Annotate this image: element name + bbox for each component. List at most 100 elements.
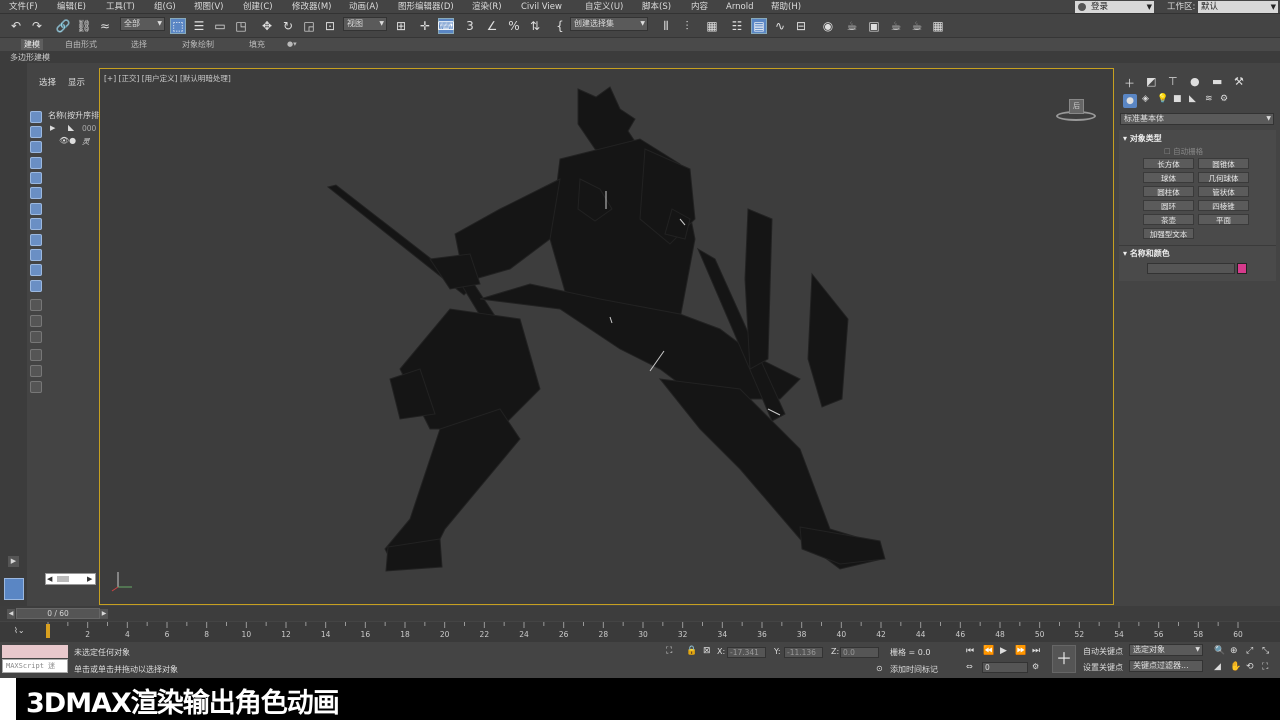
cone-button[interactable]: 圆锥体: [1198, 158, 1249, 169]
object-name-field[interactable]: [1147, 263, 1235, 274]
workspace-dropdown[interactable]: 默认 ▼: [1198, 1, 1278, 13]
track-bar[interactable]: ⌇⌄ 0246810121416182022242628303234363840…: [0, 622, 1280, 642]
scene-row-name[interactable]: 000: [82, 124, 96, 133]
render-setup-icon[interactable]: ☕: [844, 18, 860, 34]
key-filters-button[interactable]: 关键点过滤器...: [1129, 660, 1203, 672]
menu-graph-editors[interactable]: 图形编辑器(D): [398, 1, 454, 13]
align-icon[interactable]: ⫶: [679, 18, 695, 34]
key-selection-select[interactable]: 选定对象 ▼: [1129, 644, 1203, 656]
zoom-icon[interactable]: 🔍: [1214, 646, 1225, 656]
spacewarps-icon[interactable]: ≋: [1205, 94, 1213, 104]
orbit-icon[interactable]: ⟲: [1246, 662, 1254, 672]
helpers-icon[interactable]: ◣: [1189, 94, 1196, 104]
horizontal-scrollbar[interactable]: ◀ ▶: [45, 573, 96, 585]
ribbon-tab-freeform[interactable]: 自由形式: [62, 39, 100, 50]
move-icon[interactable]: ✥: [259, 18, 275, 34]
z-coord-field[interactable]: 0.0: [840, 647, 879, 658]
select-object-icon[interactable]: ⬚: [170, 18, 186, 34]
menu-arnold[interactable]: Arnold: [726, 1, 754, 13]
current-frame-marker[interactable]: [46, 624, 50, 638]
bind-space-warp-icon[interactable]: ≈: [97, 18, 113, 34]
menu-file[interactable]: 文件(F): [9, 1, 38, 13]
cylinder-button[interactable]: 圆柱体: [1143, 186, 1194, 197]
next-frame-icon[interactable]: ⏩: [1015, 646, 1026, 656]
scene-tab-display[interactable]: 显示: [68, 76, 85, 88]
menu-edit[interactable]: 编辑(E): [57, 1, 86, 13]
scene-tab-select[interactable]: 选择: [39, 76, 56, 88]
menu-animation[interactable]: 动画(A): [349, 1, 378, 13]
y-coord-field[interactable]: -11.136: [784, 647, 823, 658]
box-button[interactable]: 长方体: [1143, 158, 1194, 169]
menu-view[interactable]: 视图(V): [194, 1, 223, 13]
x-coord-field[interactable]: -17.341: [727, 647, 766, 658]
scroll-left-icon[interactable]: ◀: [47, 575, 52, 583]
sphere-button[interactable]: 球体: [1143, 172, 1194, 183]
systems-icon[interactable]: ⚙: [1220, 94, 1228, 104]
login-dropdown[interactable]: 登录 ▼: [1075, 1, 1154, 13]
edit-named-selection-icon[interactable]: {: [552, 18, 568, 34]
rect-selection-icon[interactable]: ▭: [212, 18, 228, 34]
utilities-tab-icon[interactable]: ⚒: [1234, 75, 1244, 88]
viewport-layout-icon[interactable]: [4, 578, 24, 600]
time-config-icon[interactable]: ⚙: [1032, 662, 1039, 671]
menu-civil-view[interactable]: Civil View: [521, 1, 562, 13]
viewcube-face[interactable]: 后: [1069, 99, 1084, 114]
isolate-selection-icon[interactable]: ⛶: [666, 646, 672, 656]
percent-snap-icon[interactable]: %: [506, 18, 522, 34]
menu-scripting[interactable]: 脚本(S): [642, 1, 671, 13]
curve-editor-icon[interactable]: ∿: [772, 18, 788, 34]
select-by-name-icon[interactable]: ☰: [191, 18, 207, 34]
geometry-type-select[interactable]: 标准基本体 ▼: [1120, 113, 1274, 125]
select-manipulate-icon[interactable]: ✛: [417, 18, 433, 34]
field-of-view-icon[interactable]: ◢: [1214, 662, 1221, 672]
ribbon-options-icon[interactable]: ●▾: [284, 39, 300, 50]
unlink-icon[interactable]: ⛓: [76, 18, 92, 34]
add-time-tag-button[interactable]: 添加时间标记: [890, 664, 938, 675]
spinner-snap-icon[interactable]: ⇅: [527, 18, 543, 34]
render-production-icon[interactable]: ☕: [888, 18, 904, 34]
zoom-all-icon[interactable]: ⊕: [1230, 646, 1238, 656]
plane-button[interactable]: 平面: [1198, 214, 1249, 225]
ribbon-toggle-icon[interactable]: ▤: [751, 18, 767, 34]
lights-icon[interactable]: 💡: [1157, 94, 1168, 104]
material-editor-icon[interactable]: ◉: [820, 18, 836, 34]
menu-content[interactable]: 内容: [691, 1, 708, 13]
menu-group[interactable]: 组(G): [154, 1, 176, 13]
place-icon[interactable]: ⊡: [322, 18, 338, 34]
zoom-extents-all-icon[interactable]: ⤡: [1262, 646, 1269, 656]
object-color-swatch[interactable]: [1237, 263, 1247, 274]
scroll-right-icon[interactable]: ▶: [87, 575, 92, 583]
visibility-eye-icon[interactable]: 👁●: [59, 136, 76, 145]
play-icon[interactable]: ▶: [1000, 646, 1007, 656]
menu-tools[interactable]: 工具(T): [106, 1, 135, 13]
snaps-toggle-icon[interactable]: 3: [462, 18, 478, 34]
render-iterative-icon[interactable]: ☕: [909, 18, 925, 34]
cameras-icon[interactable]: ■: [1173, 94, 1182, 104]
scene-row-name[interactable]: 灵: [82, 136, 90, 147]
maxscript-listener-input[interactable]: MAXScript 迷: [2, 659, 68, 673]
pyramid-button[interactable]: 四棱锥: [1198, 200, 1249, 211]
mirror-icon[interactable]: ⫴: [658, 18, 674, 34]
ribbon-tab-object-paint[interactable]: 对象绘制: [179, 39, 217, 50]
selection-lock-icon[interactable]: 🔒: [686, 646, 697, 656]
perspective-viewport[interactable]: [+] [正交] [用户定义] [默认明暗处理] 后: [99, 68, 1114, 605]
geosphere-button[interactable]: 几何球体: [1198, 172, 1249, 183]
tube-button[interactable]: 管状体: [1198, 186, 1249, 197]
set-key-big-icon[interactable]: ＋: [1052, 645, 1076, 673]
modify-tab-icon[interactable]: ◩: [1146, 75, 1156, 88]
autogrid-checkbox[interactable]: ☐ 自动栅格: [1164, 146, 1203, 157]
arnold-render-icon[interactable]: ▦: [930, 18, 946, 34]
named-selection-set-select[interactable]: 创建选择集 ▼: [570, 17, 648, 31]
teapot-button[interactable]: 茶壶: [1143, 214, 1194, 225]
goto-end-icon[interactable]: ⏭: [1032, 646, 1040, 656]
rollout-name-color-header[interactable]: ▾ 名称和颜色: [1123, 248, 1170, 259]
textplus-button[interactable]: 加强型文本: [1143, 228, 1194, 239]
reference-coord-select[interactable]: 视图 ▼: [343, 17, 387, 31]
ribbon-tab-selection[interactable]: 选择: [128, 39, 150, 50]
viewcube[interactable]: 后: [1056, 99, 1096, 121]
hierarchy-tab-icon[interactable]: ⊤: [1168, 75, 1178, 88]
keyboard-shortcut-override-icon[interactable]: ⌨: [437, 18, 455, 34]
layer-explorer-icon[interactable]: ☷: [729, 18, 745, 34]
rendered-frame-window-icon[interactable]: ▣: [866, 18, 882, 34]
schematic-view-icon[interactable]: ⊟: [793, 18, 809, 34]
